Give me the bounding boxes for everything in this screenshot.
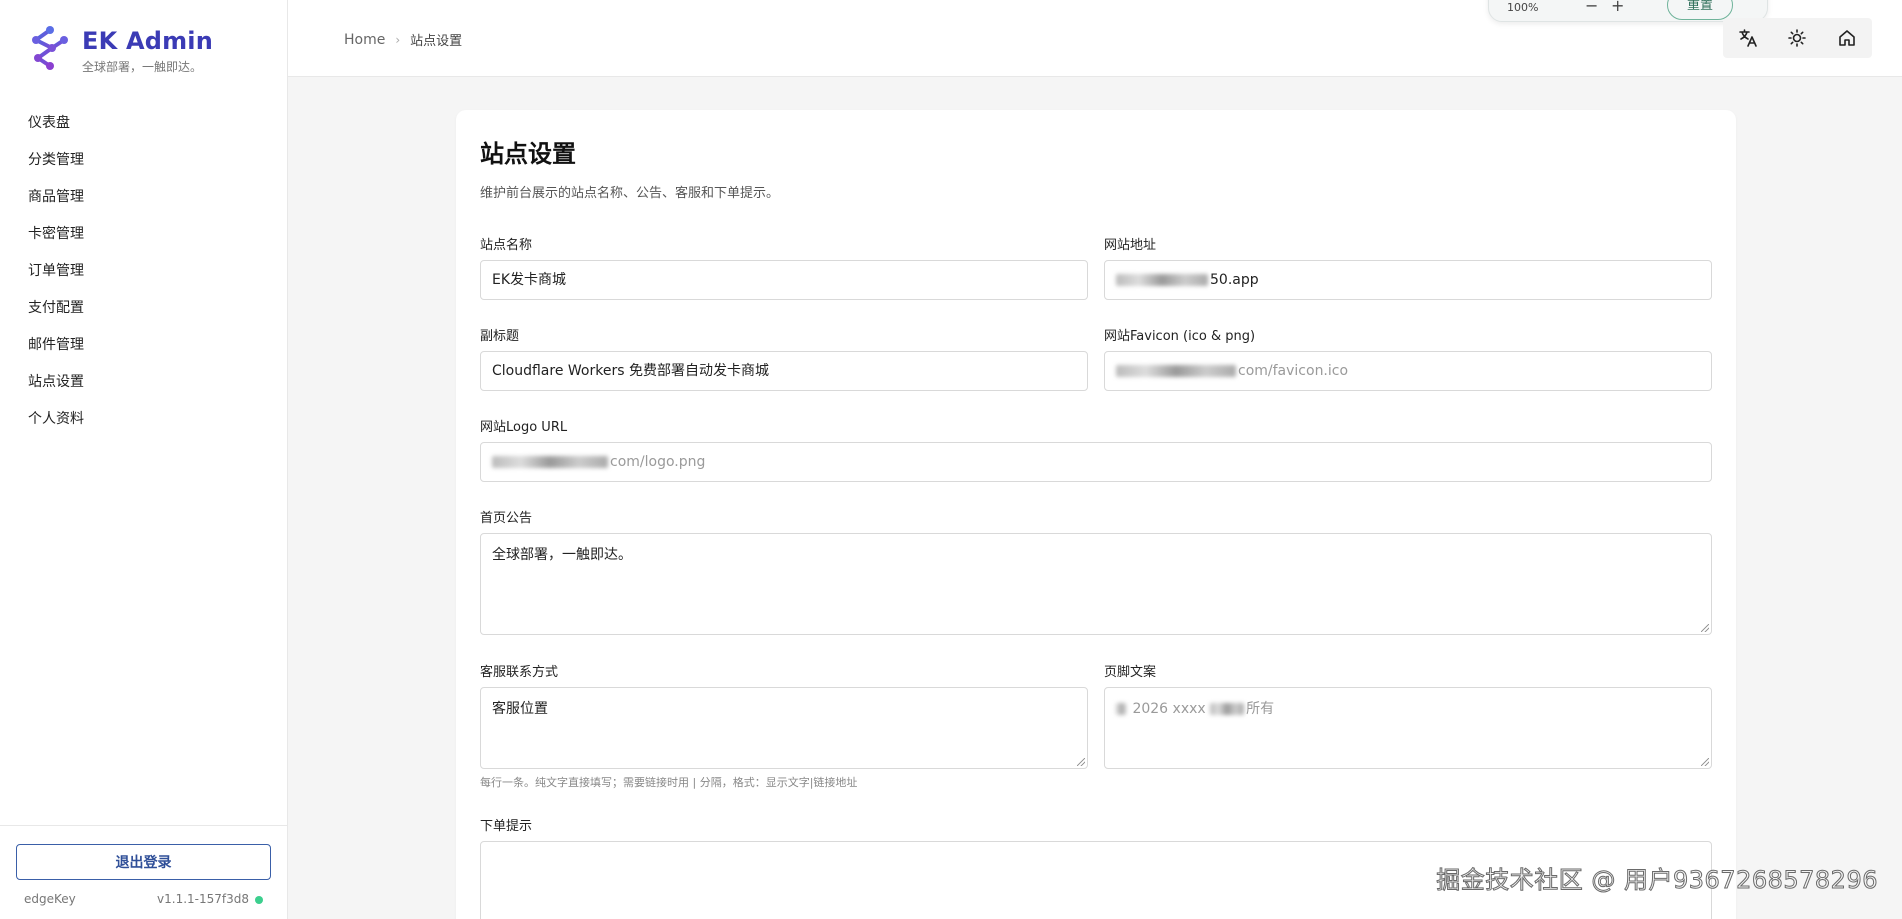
sidebar-item-dashboard[interactable]: 仪表盘 <box>0 105 287 142</box>
contact-textarea[interactable]: 客服位置 <box>480 687 1088 769</box>
ek-logo-icon <box>32 26 68 70</box>
zoom-reset-button[interactable]: 重置 <box>1667 0 1733 20</box>
announcement-textarea[interactable]: 全球部署，一触即达。 <box>480 533 1712 635</box>
subtitle-label: 副标题 <box>480 329 520 344</box>
chevron-right-icon: › <box>395 32 401 47</box>
logo-url-input[interactable]: com/logo.png <box>480 442 1712 482</box>
site-url-input[interactable]: 50.app <box>1104 260 1712 300</box>
announcement-label: 首页公告 <box>480 511 533 526</box>
sidebar: EK Admin 全球部署，一触即达。 仪表盘 分类管理 商品管理 卡密管理 订… <box>0 0 288 919</box>
sidebar-item-email[interactable]: 邮件管理 <box>0 327 287 364</box>
app-version: v1.1.1-157f3d8 <box>157 892 249 906</box>
sidebar-item-categories[interactable]: 分类管理 <box>0 142 287 179</box>
favicon-placeholder: com/favicon.ico <box>1238 363 1349 379</box>
zoom-in-button[interactable]: + <box>1611 0 1624 15</box>
contact-hint: 每行一条。纯文字直接填写；需要链接时用 | 分隔，格式：显示文字|链接地址 <box>480 776 858 789</box>
current-user: edgeKey <box>24 892 76 906</box>
sidebar-item-orders[interactable]: 订单管理 <box>0 253 287 290</box>
sidebar-item-site-settings[interactable]: 站点设置 <box>0 364 287 401</box>
footer-text-textarea[interactable]: 2026 xxxx 所有 <box>1104 687 1712 769</box>
footer-text-placeholder-end: 所有 <box>1246 701 1275 717</box>
footer-text-placeholder-start: 2026 xxxx <box>1132 701 1206 717</box>
brand-title: EK Admin <box>82 27 214 55</box>
site-settings-card: 站点设置 维护前台展示的站点名称、公告、客服和下单提示。 站点名称 EK发卡商城… <box>456 110 1736 919</box>
contact-value: 客服位置 <box>492 701 548 717</box>
site-name-label: 站点名称 <box>480 238 533 253</box>
status-indicator <box>255 896 263 904</box>
translate-icon[interactable] <box>1733 23 1763 53</box>
sidebar-item-profile[interactable]: 个人资料 <box>0 401 287 438</box>
sun-icon[interactable] <box>1782 23 1812 53</box>
page-title: 站点设置 <box>480 140 576 168</box>
top-header: Home › 站点设置 100% − + 重置 <box>288 0 1902 77</box>
resize-grip-icon[interactable] <box>1701 624 1709 632</box>
logo-url-placeholder: com/logo.png <box>610 454 706 470</box>
watermark: 掘金技术社区 @ 用户9367268578296 <box>1436 866 1878 895</box>
site-url-label: 网站地址 <box>1104 238 1157 253</box>
subtitle-input[interactable]: Cloudflare Workers 免费部署自动发卡商城 <box>480 351 1088 391</box>
brand-subtitle: 全球部署，一触即达。 <box>82 60 203 74</box>
resize-grip-icon[interactable] <box>1701 758 1709 766</box>
page-description: 维护前台展示的站点名称、公告、客服和下单提示。 <box>480 186 780 201</box>
header-actions <box>1723 18 1872 58</box>
sidebar-footer: 退出登录 edgeKey v1.1.1-157f3d8 <box>0 825 287 919</box>
zoom-level: 100% <box>1507 1 1539 14</box>
zoom-out-button[interactable]: − <box>1585 0 1598 15</box>
breadcrumb: Home › 站点设置 <box>344 30 463 50</box>
logo-url-label: 网站Logo URL <box>480 420 568 435</box>
resize-grip-icon[interactable] <box>1077 758 1085 766</box>
favicon-label: 网站Favicon (ico & png) <box>1104 329 1256 344</box>
breadcrumb-home[interactable]: Home <box>344 32 385 48</box>
sidebar-nav: 仪表盘 分类管理 商品管理 卡密管理 订单管理 支付配置 邮件管理 站点设置 个… <box>0 105 287 438</box>
announcement-value: 全球部署，一触即达。 <box>492 547 632 563</box>
site-url-value: 50.app <box>1210 272 1259 288</box>
contact-label: 客服联系方式 <box>480 665 559 680</box>
order-tip-label: 下单提示 <box>480 819 533 834</box>
sidebar-item-products[interactable]: 商品管理 <box>0 179 287 216</box>
favicon-input[interactable]: com/favicon.ico <box>1104 351 1712 391</box>
home-icon[interactable] <box>1832 23 1862 53</box>
breadcrumb-current: 站点设置 <box>410 34 463 49</box>
footer-text-label: 页脚文案 <box>1104 665 1157 680</box>
logout-button[interactable]: 退出登录 <box>16 844 271 880</box>
site-name-input[interactable]: EK发卡商城 <box>480 260 1088 300</box>
sidebar-item-card-keys[interactable]: 卡密管理 <box>0 216 287 253</box>
brand[interactable]: EK Admin 全球部署，一触即达。 <box>28 24 213 75</box>
sidebar-item-payment[interactable]: 支付配置 <box>0 290 287 327</box>
